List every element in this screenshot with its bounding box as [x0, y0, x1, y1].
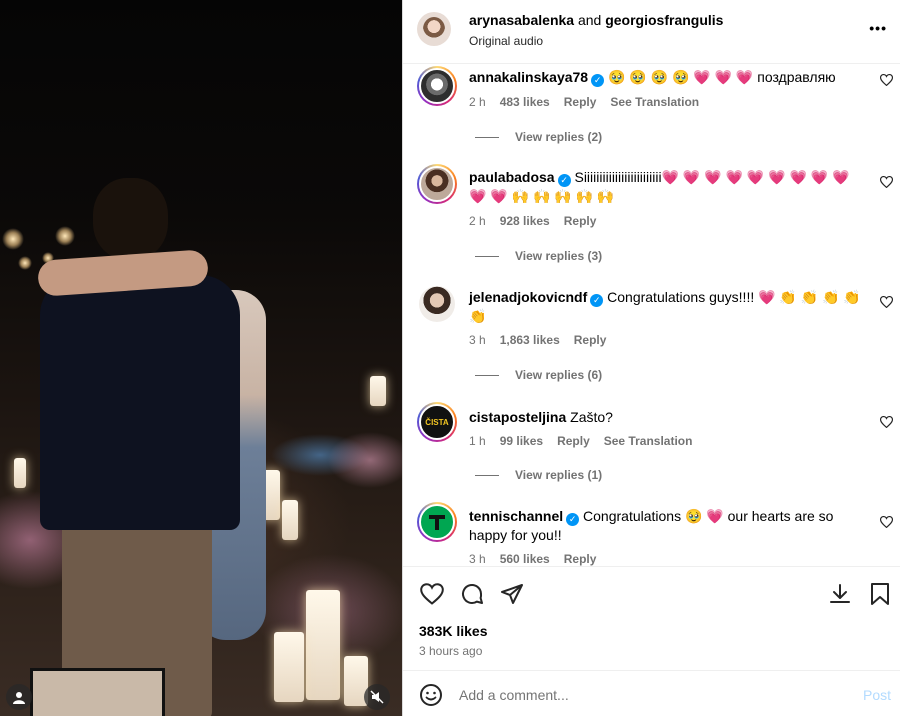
view-replies-button[interactable]: View replies (1): [475, 468, 602, 482]
post-comment-button[interactable]: Post: [863, 687, 891, 703]
comment-text: Zašto?: [570, 409, 613, 425]
comment-meta: 2 h 483 likes Reply See Translation: [469, 95, 713, 109]
download-icon[interactable]: [827, 581, 853, 607]
comment-meta: 3 h 1,863 likes Reply: [469, 333, 620, 347]
reply-button[interactable]: Reply: [564, 214, 597, 228]
reply-button[interactable]: Reply: [574, 333, 607, 347]
comment-text: 🥹 🥹 🥹 🥹 💗 💗 💗 поздравляю: [607, 69, 836, 85]
more-options-icon[interactable]: •••: [869, 20, 887, 36]
user-icon[interactable]: [6, 684, 32, 710]
commenter-username[interactable]: cistaposteljina: [469, 409, 566, 425]
view-replies-button[interactable]: View replies (6): [475, 368, 602, 382]
comment-body: jelenadjokovicndf ✓ Congratulations guys!…: [469, 288, 869, 326]
comment-input[interactable]: [459, 683, 829, 707]
comment-time: 2 h: [469, 214, 486, 228]
add-comment-bar: Post: [403, 670, 900, 716]
comment-meta: 1 h 99 likes Reply See Translation: [469, 434, 706, 448]
comment-time: 2 h: [469, 95, 486, 109]
emoji-icon[interactable]: [419, 683, 443, 707]
comment-like-heart-icon[interactable]: [879, 295, 894, 311]
comment-like-heart-icon[interactable]: [879, 515, 894, 531]
view-replies-button[interactable]: View replies (3): [475, 249, 602, 263]
commenter-username[interactable]: annakalinskaya78: [469, 69, 588, 85]
comment-icon[interactable]: [459, 581, 485, 607]
verified-icon: ✓: [590, 294, 604, 307]
tennis-channel-logo-icon: [429, 515, 445, 530]
comment-item: tennischannel ✓ Congratulations 🥹 💗 our h…: [403, 502, 900, 566]
comment-likes[interactable]: 560 likes: [500, 552, 550, 566]
comment-like-heart-icon[interactable]: [879, 73, 894, 89]
see-translation-link[interactable]: See Translation: [604, 434, 693, 448]
bookmark-icon[interactable]: [867, 581, 893, 607]
reply-button[interactable]: Reply: [564, 95, 597, 109]
comment-body: tennischannel ✓ Congratulations 🥹 💗 our h…: [469, 507, 839, 545]
author-link-2[interactable]: georgiosfrangulis: [605, 12, 723, 28]
commenter-avatar[interactable]: ČISTA: [417, 402, 457, 442]
audio-link[interactable]: Original audio: [469, 34, 543, 48]
comment-body: annakalinskaya78 ✓ 🥹 🥹 🥹 🥹 💗 💗 💗 поздравл…: [469, 68, 859, 87]
post-actions: 383K likes 3 hours ago: [403, 566, 900, 670]
comment-time: 1 h: [469, 434, 486, 448]
and-text: and: [577, 12, 602, 28]
see-translation-link[interactable]: See Translation: [610, 95, 699, 109]
commenter-username[interactable]: tennischannel: [469, 508, 563, 524]
comment-like-heart-icon[interactable]: [879, 175, 894, 191]
author-link-1[interactable]: arynasabalenka: [469, 12, 574, 28]
verified-icon: ✓: [566, 513, 580, 526]
commenter-avatar-text: ČISTA: [425, 417, 449, 427]
comment-time: 3 h: [469, 333, 486, 347]
commenter-username[interactable]: paulabadosa: [469, 169, 555, 185]
heart-icon[interactable]: [419, 581, 445, 607]
verified-icon: ✓: [557, 174, 571, 187]
comment-likes[interactable]: 99 likes: [500, 434, 543, 448]
comment-meta: 2 h 928 likes Reply: [469, 214, 610, 228]
comment-likes[interactable]: 928 likes: [500, 214, 550, 228]
comment-time: 3 h: [469, 552, 486, 566]
reply-button[interactable]: Reply: [564, 552, 597, 566]
comment-like-heart-icon[interactable]: [879, 415, 894, 431]
verified-icon: ✓: [591, 74, 605, 87]
comment-likes[interactable]: 483 likes: [500, 95, 550, 109]
author-avatar[interactable]: [417, 12, 451, 46]
commenter-avatar[interactable]: [417, 164, 457, 204]
post-header: arynasabalenka and georgiosfrangulis Ori…: [403, 0, 900, 64]
view-replies-button[interactable]: View replies (2): [475, 130, 602, 144]
post-time: 3 hours ago: [419, 644, 483, 658]
likes-count[interactable]: 383K likes: [419, 623, 488, 639]
mute-icon[interactable]: [364, 684, 390, 710]
comment-body: cistaposteljina Zašto?: [469, 408, 869, 427]
commenter-avatar[interactable]: [417, 66, 457, 106]
share-icon[interactable]: [499, 581, 525, 607]
reply-button[interactable]: Reply: [557, 434, 590, 448]
commenter-avatar[interactable]: [419, 286, 455, 322]
comment-body: paulabadosa ✓ Siiiiiiiiiiiiiiiiiiiiiiiii💗…: [469, 168, 869, 206]
post-authors: arynasabalenka and georgiosfrangulis: [469, 12, 723, 28]
commenter-username[interactable]: jelenadjokovicndf: [469, 289, 587, 305]
post-video[interactable]: [0, 0, 402, 716]
commenter-avatar[interactable]: [417, 502, 457, 542]
comment-meta: 3 h 560 likes Reply: [469, 552, 610, 566]
comment-likes[interactable]: 1,863 likes: [500, 333, 560, 347]
post-detail-panel: arynasabalenka and georgiosfrangulis Ori…: [402, 0, 900, 716]
